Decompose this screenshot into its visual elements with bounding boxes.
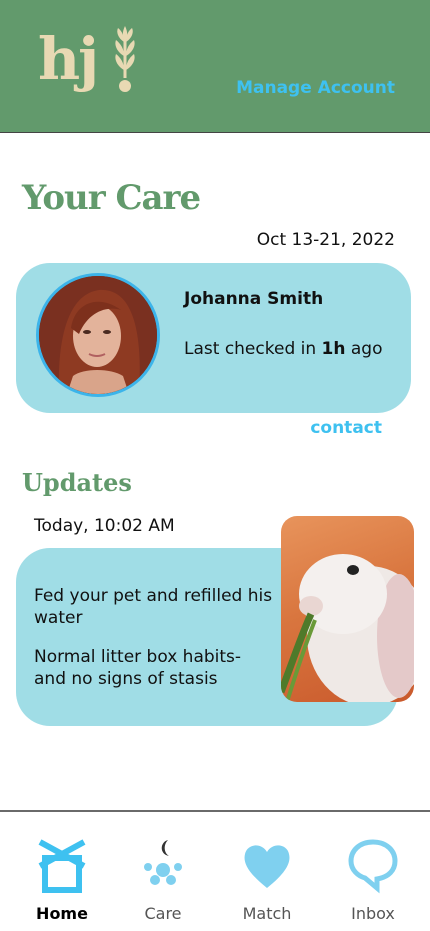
tab-inbox[interactable]: Inbox [323,812,423,931]
caregiver-card[interactable]: Johanna Smith Last checked in 1h ago [16,263,411,413]
tab-home[interactable]: Home [12,812,112,931]
tab-inbox-label: Inbox [351,904,395,923]
home-icon [38,839,86,893]
contact-link[interactable]: contact [310,418,382,438]
pet-photo[interactable] [281,516,414,702]
update-note: Fed your pet and refilled his water [34,586,273,628]
last-checked-text: Last checked in 1h ago [184,339,383,359]
update-timestamp: Today, 10:02 AM [34,516,175,536]
bottom-tab-bar: Home Care Match Inbox [0,810,430,931]
tab-match-label: Match [242,904,292,923]
care-date-range: Oct 13-21, 2022 [256,230,395,250]
tab-match[interactable]: Match [217,812,317,931]
updates-heading: Updates [22,468,132,497]
app-header: hj Manage Account [0,0,430,133]
tab-care[interactable]: Care [113,812,213,931]
caregiver-avatar [36,273,160,397]
last-checked-value: 1h [321,339,346,359]
last-checked-prefix: Last checked in [184,339,322,359]
manage-account-link[interactable]: Manage Account [236,78,395,98]
care-icon [144,840,182,885]
chat-bubble-icon [348,839,398,894]
leaf-icon [115,26,135,92]
logo-text: hj [38,25,99,93]
update-note: Normal litter box habits- and no signs o… [34,647,242,689]
tab-care-label: Care [144,904,182,923]
caregiver-name: Johanna Smith [184,289,324,309]
last-checked-suffix: ago [345,339,383,359]
tab-home-label: Home [36,904,88,923]
page-title: Your Care [22,178,201,218]
app-logo[interactable]: hj [38,22,148,102]
heart-icon [244,845,290,888]
